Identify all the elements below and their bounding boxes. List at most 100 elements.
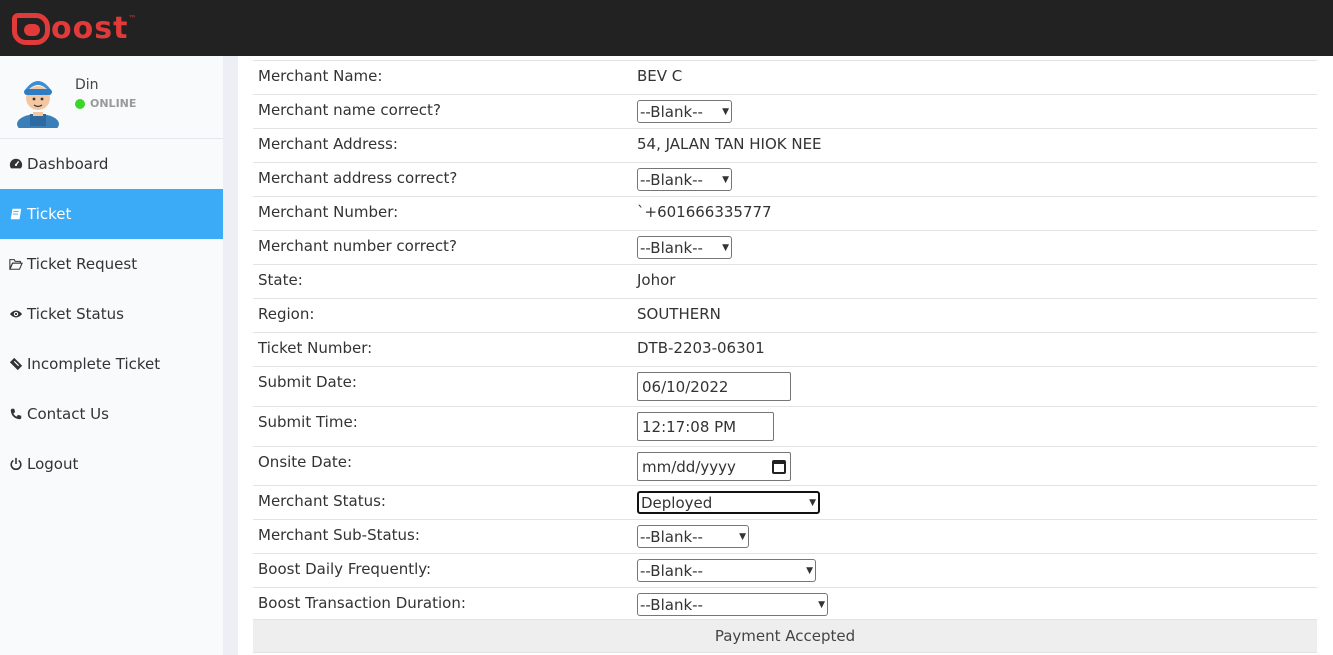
row-merchant-number-correct: Merchant number correct? --Blank-- ▼ [253,231,1317,265]
onsite-date-placeholder: mm/dd/yyyy [642,457,736,476]
row-merchant-status: Merchant Status: Deployed ▼ [253,486,1317,520]
ticket-details-table: Merchant Name: BEV C Merchant name corre… [253,60,1317,622]
book-icon [8,206,24,222]
merchant-name-value: BEV C [637,67,683,85]
chevron-down-icon: ▼ [722,174,729,185]
row-submit-time: Submit Time: 12:17:08 PM [253,407,1317,447]
folder-open-icon [8,256,24,272]
chevron-down-icon: ▼ [806,565,813,576]
onsite-date-label: Onsite Date: [258,453,353,471]
row-boost-duration: Boost Transaction Duration: --Blank-- ▼ [253,588,1317,622]
onsite-date-input[interactable]: mm/dd/yyyy [637,452,791,481]
submit-date-label: Submit Date: [258,373,357,391]
merchant-number-label: Merchant Number: [258,203,399,221]
chevron-down-icon: ▼ [809,497,816,508]
ticket-number-label: Ticket Number: [258,339,373,357]
sidebar-item-contact-us[interactable]: Contact Us [0,389,223,439]
merchant-name-label: Merchant Name: [258,67,383,85]
merchant-sub-status-label: Merchant Sub-Status: [258,526,420,544]
merchant-number-correct-label: Merchant number correct? [258,237,457,255]
payment-accepted-header: Payment Accepted [253,619,1317,653]
sidebar-item-label: Logout [27,455,79,473]
row-merchant-address-correct: Merchant address correct? --Blank-- ▼ [253,163,1317,197]
merchant-number-correct-select[interactable]: --Blank-- ▼ [637,236,732,259]
online-status-dot-icon [75,98,85,109]
region-label: Region: [258,305,315,323]
row-submit-date: Submit Date: 06/10/2022 [253,367,1317,407]
merchant-address-correct-label: Merchant address correct? [258,169,458,187]
row-onsite-date: Onsite Date: mm/dd/yyyy [253,447,1317,486]
boost-logo-mark-icon [12,13,50,45]
boost-duration-select[interactable]: --Blank-- ▼ [637,593,828,616]
merchant-status-label: Merchant Status: [258,492,386,510]
sidebar-item-ticket[interactable]: Ticket [0,189,223,239]
sidebar-item-label: Ticket Status [27,305,124,323]
phone-icon [8,406,24,422]
boost-logo[interactable]: oost ™ [12,12,136,46]
user-name: Din [75,77,99,93]
user-status-label: ONLINE [90,97,137,110]
sidebar: Din ONLINE Dashboard Ticket Ticket Reque… [0,56,223,655]
submit-time-input[interactable]: 12:17:08 PM [637,412,774,441]
row-merchant-number: Merchant Number: `+601666335777 [253,197,1317,231]
state-value: Johor [637,271,676,289]
sidebar-item-label: Ticket [27,205,72,223]
merchant-status-select[interactable]: Deployed ▼ [637,491,820,514]
row-boost-daily: Boost Daily Frequently: --Blank-- ▼ [253,554,1317,588]
ticket-number-value: DTB-2203-06301 [637,339,765,357]
sidebar-item-ticket-status[interactable]: Ticket Status [0,289,223,339]
merchant-name-correct-select[interactable]: --Blank-- ▼ [637,100,732,123]
user-panel: Din ONLINE [0,56,223,139]
sidebar-item-incomplete-ticket[interactable]: Incomplete Ticket [0,339,223,389]
chevron-down-icon: ▼ [739,531,746,542]
calendar-icon[interactable] [772,459,786,474]
sidebar-item-label: Ticket Request [27,255,138,273]
merchant-name-correct-label: Merchant name correct? [258,101,441,119]
user-status: ONLINE [75,97,136,110]
boost-duration-label: Boost Transaction Duration: [258,594,466,612]
submit-date-input[interactable]: 06/10/2022 [637,372,791,401]
sidebar-item-dashboard[interactable]: Dashboard [0,139,223,189]
sidebar-item-label: Dashboard [27,155,109,173]
row-merchant-sub-status: Merchant Sub-Status: --Blank-- ▼ [253,520,1317,554]
merchant-name-correct-selected: --Blank-- [640,102,703,121]
row-merchant-address: Merchant Address: 54, JALAN TAN HIOK NEE [253,129,1317,163]
row-merchant-name: Merchant Name: BEV C [253,61,1317,95]
state-label: State: [258,271,303,289]
merchant-number-correct-selected: --Blank-- [640,238,703,257]
boost-daily-selected: --Blank-- [640,561,703,580]
chevron-down-icon: ▼ [722,242,729,253]
avatar [17,81,59,128]
merchant-sub-status-selected: --Blank-- [640,527,703,546]
chevron-down-icon: ▼ [818,599,825,610]
region-value: SOUTHERN [637,305,721,323]
row-merchant-name-correct: Merchant name correct? --Blank-- ▼ [253,95,1317,129]
boost-daily-select[interactable]: --Blank-- ▼ [637,559,816,582]
sidebar-item-ticket-request[interactable]: Ticket Request [0,239,223,289]
content-gutter [223,56,238,655]
submit-date-value: 06/10/2022 [642,377,729,396]
eye-icon [8,306,24,322]
merchant-address-correct-selected: --Blank-- [640,170,703,189]
submit-time-value: 12:17:08 PM [642,417,737,436]
row-state: State: Johor [253,265,1317,299]
merchant-sub-status-select[interactable]: --Blank-- ▼ [637,525,749,548]
row-region: Region: SOUTHERN [253,299,1317,333]
merchant-status-selected: Deployed [641,493,713,512]
dashboard-icon [8,156,24,172]
sidebar-item-logout[interactable]: Logout [0,439,223,489]
sidebar-item-label: Contact Us [27,405,109,423]
row-ticket-number: Ticket Number: DTB-2203-06301 [253,333,1317,367]
ticket-form: Merchant Name: BEV C Merchant name corre… [238,56,1333,655]
sidebar-item-label: Incomplete Ticket [27,355,161,373]
boost-daily-label: Boost Daily Frequently: [258,560,432,578]
power-icon [8,456,24,472]
merchant-address-label: Merchant Address: [258,135,398,153]
merchant-number-value: `+601666335777 [637,203,772,221]
chevron-down-icon: ▼ [722,106,729,117]
trademark-mark: ™ [128,14,137,23]
submit-time-label: Submit Time: [258,413,358,431]
boost-duration-selected: --Blank-- [640,595,703,614]
top-navbar: oost ™ [0,0,1333,56]
merchant-address-correct-select[interactable]: --Blank-- ▼ [637,168,732,191]
